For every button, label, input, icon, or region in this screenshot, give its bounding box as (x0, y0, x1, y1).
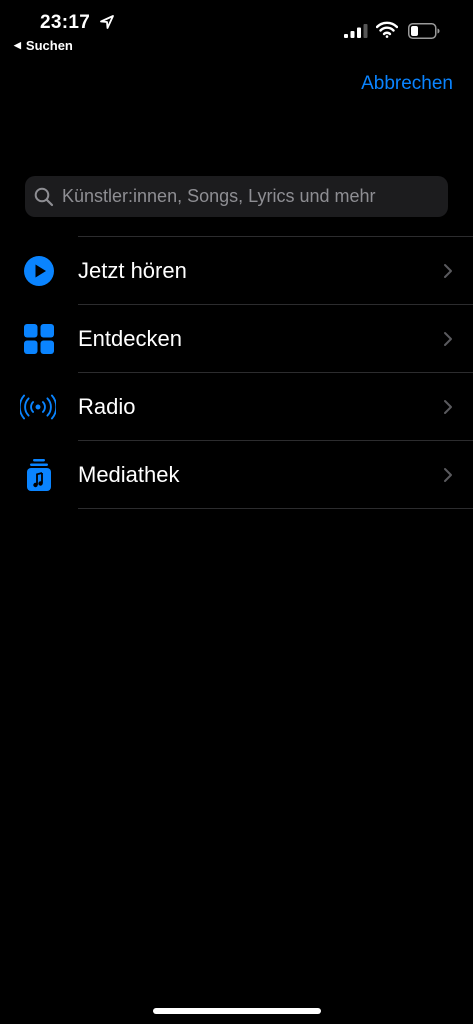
grid-icon (22, 322, 56, 356)
menu-item-radio[interactable]: Radio (0, 373, 473, 441)
chevron-right-icon (444, 264, 452, 278)
cellular-signal-icon (344, 24, 368, 38)
play-circle-icon (22, 254, 56, 288)
menu-item-label: Entdecken (78, 326, 182, 351)
search-placeholder: Künstler:innen, Songs, Lyrics und mehr (62, 186, 376, 206)
back-triangle-icon: ◀ (14, 40, 21, 50)
battery-icon (408, 23, 440, 39)
chevron-right-icon (444, 332, 452, 346)
chevron-right-icon (444, 400, 452, 414)
menu-item-mediathek[interactable]: Mediathek (0, 441, 473, 509)
menu-list: Jetzt hören Entdecken Radio Mediathek (0, 237, 473, 509)
back-to-app-link[interactable]: ◀ Suchen (14, 38, 73, 53)
status-time: 23:17 (40, 12, 91, 33)
back-app-label: Suchen (25, 38, 73, 53)
menu-item-label: Mediathek (78, 462, 180, 487)
status-bar: 23:17 ◀ Suchen (0, 0, 473, 60)
menu-item-jetzt-hoeren[interactable]: Jetzt hören (0, 237, 473, 305)
wifi-icon (376, 21, 398, 38)
library-icon (22, 458, 56, 492)
broadcast-icon (20, 390, 56, 424)
menu-item-label: Radio (78, 394, 136, 419)
location-arrow-icon (100, 15, 114, 29)
magnifier-icon (34, 187, 54, 206)
menu-item-label: Jetzt hören (78, 258, 187, 283)
home-indicator[interactable] (153, 1008, 321, 1014)
chevron-right-icon (444, 468, 452, 482)
search-field[interactable]: Künstler:innen, Songs, Lyrics und mehr (25, 176, 448, 217)
cancel-button[interactable]: Abbrechen (361, 73, 453, 95)
menu-item-entdecken[interactable]: Entdecken (0, 305, 473, 373)
divider (78, 508, 473, 509)
